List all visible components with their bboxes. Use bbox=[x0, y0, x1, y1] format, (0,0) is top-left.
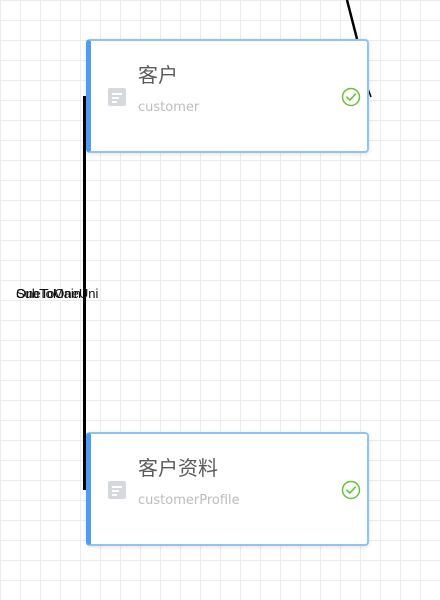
entity-node-customer-profile[interactable]: 客户资料 customerProfile bbox=[86, 432, 369, 546]
edge-label-relation-direction: SubToMain bbox=[16, 286, 82, 301]
check-circle-icon bbox=[341, 87, 361, 107]
node-subtitle: customer bbox=[138, 100, 200, 115]
entity-node-customer[interactable]: 客户 customer bbox=[86, 39, 369, 153]
incoming-edge-line[interactable] bbox=[345, 0, 359, 40]
diagram-canvas: 客户 customer 客户资料 customerProfile OneToOn… bbox=[0, 0, 440, 600]
check-circle-icon bbox=[341, 480, 361, 500]
node-title: 客户资料 bbox=[138, 456, 218, 480]
table-icon bbox=[108, 481, 126, 499]
table-icon bbox=[108, 88, 126, 106]
node-title: 客户 bbox=[138, 63, 178, 87]
node-subtitle: customerProfile bbox=[138, 493, 240, 508]
